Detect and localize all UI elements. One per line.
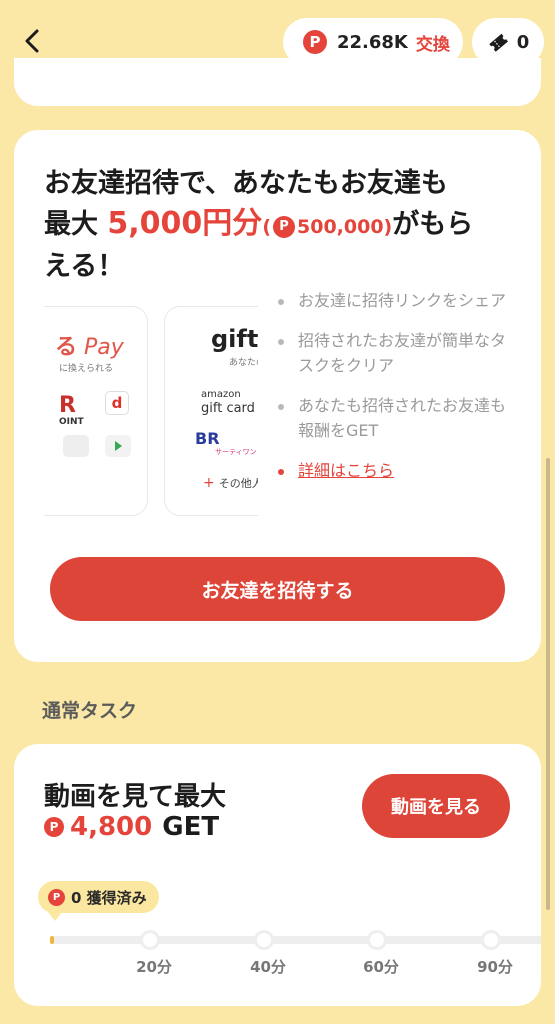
invite-step: 招待されたお友達が簡単なタスクをクリア [276, 328, 506, 378]
amazon-logo: amazon [201, 389, 241, 400]
scrollbar[interactable] [546, 458, 550, 910]
milestone-node [481, 930, 501, 950]
detail-link[interactable]: 詳細はこちら [298, 461, 394, 480]
baskin-robbins-caption: サーティワン [215, 448, 257, 456]
giftee-logo: gifte [211, 325, 258, 353]
previous-card-bottom [14, 58, 541, 106]
earned-label: 0 獲得済み [71, 888, 147, 907]
back-button[interactable] [18, 26, 48, 56]
milestone-label: 20分 [136, 958, 172, 976]
milestone-label: 60分 [363, 958, 399, 976]
invite-step: あなたも招待されたお友達も報酬をGET [276, 393, 506, 443]
milestone-label: 40分 [250, 958, 286, 976]
detail-item: 詳細はこちら [276, 458, 506, 483]
points-balance: 22.68K [337, 31, 408, 53]
point-coin-icon: P [303, 30, 327, 54]
invite-title-suffix: がもら [392, 209, 474, 240]
giftee-caption: あなたの [229, 358, 258, 368]
watch-video-button[interactable]: 動画を見る [362, 774, 510, 838]
pay-caption: に換えられる [59, 364, 114, 374]
ticket-icon [489, 33, 508, 52]
milestone-label: 90分 [477, 958, 513, 976]
ticket-count: 0 [516, 31, 530, 53]
invite-title-prefix: 最大 [44, 209, 98, 240]
r-point-logo: R [59, 393, 76, 418]
chevron-left-icon [25, 29, 39, 53]
milestone-node [140, 930, 160, 950]
invite-step: お友達に招待リンクをシェア [276, 288, 506, 313]
paren-close: ) [383, 216, 393, 238]
point-coin-icon: P [273, 216, 295, 238]
task-reward-amount: 4,800 [70, 812, 153, 842]
progress-track [50, 930, 541, 950]
exchange-label: 交換 [415, 34, 450, 55]
invite-points: 500,000 [297, 216, 384, 238]
invite-card: お友達招待で、あなたもお友達も 最大 5,000円分(P 500,000)がもら … [14, 130, 541, 662]
milestone-node [254, 930, 274, 950]
pay-logo: る Pay [55, 335, 124, 360]
invite-title-line1: お友達招待で、あなたもお友達も [44, 168, 448, 199]
task-reward-get: GET [162, 812, 220, 842]
other-rewards: +その他人! [203, 475, 258, 491]
gift-card-label: gift card [201, 401, 255, 416]
milestone-node [367, 930, 387, 950]
invite-title-line3: える！ [44, 251, 125, 282]
apple-gift-logo [63, 435, 89, 457]
progress-fill [50, 936, 54, 944]
r-point-caption: OINT [59, 417, 84, 427]
invite-friends-button[interactable]: お友達を招待する [50, 557, 505, 621]
point-coin-icon: P [48, 888, 65, 906]
promo-card-giftee: gifte あなたの amazon gift card BR サーティワン +そ… [164, 306, 258, 516]
invite-steps: お友達に招待リンクをシェア 招待されたお友達が簡単なタスクをクリア あなたも招待… [276, 288, 506, 483]
invite-title: お友達招待で、あなたもお友達も 最大 5,000円分(P 500,000)がもら … [44, 164, 514, 287]
paren-open: ( [262, 216, 271, 238]
section-title-normal-tasks: 通常タスク [42, 700, 138, 722]
video-task-card: 動画を見て最大 P 4,800 GET 動画を見る P 0 獲得済み 20分 4… [14, 744, 541, 1006]
point-coin-icon: P [44, 817, 64, 837]
promo-carousel[interactable]: る Pay に換えられる R OINT d gifte あなたの amazon … [44, 306, 258, 516]
google-play-logo [105, 435, 131, 457]
task-reward: P 4,800 GET [44, 812, 219, 842]
earned-badge: P 0 獲得済み [38, 881, 159, 921]
baskin-robbins-logo: BR [195, 429, 220, 448]
d-point-logo: d [105, 391, 129, 415]
promo-card-pay: る Pay に換えられる R OINT d [44, 306, 148, 516]
task-title: 動画を見て最大 [44, 782, 227, 812]
invite-amount: 5,000円分 [107, 206, 263, 241]
